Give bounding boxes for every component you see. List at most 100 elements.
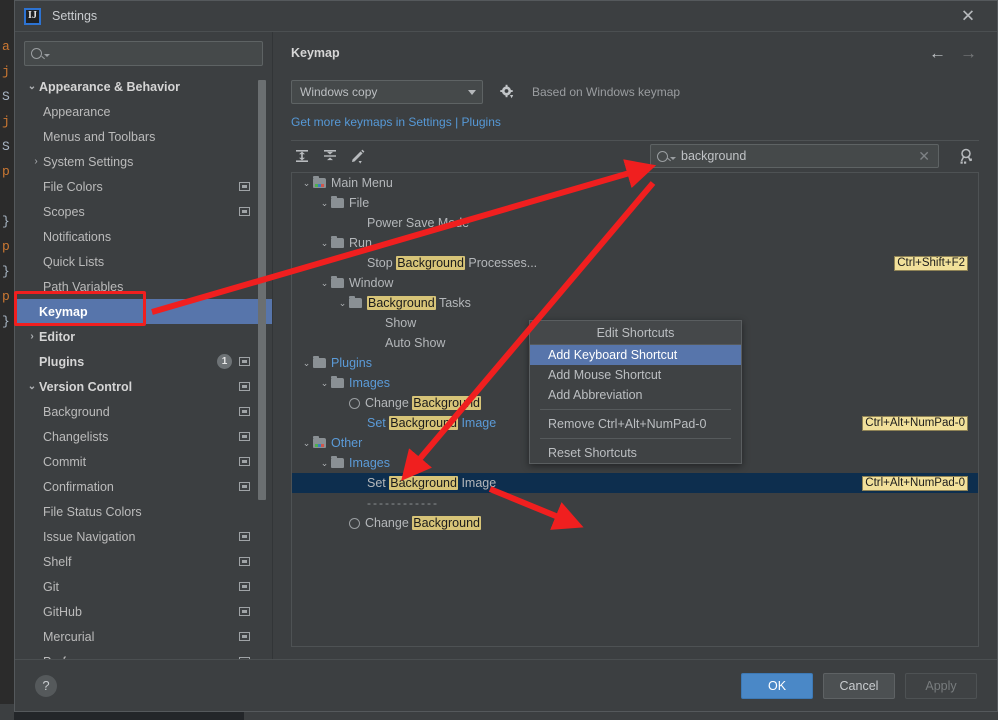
chevron-down-icon[interactable]: ⌄	[336, 298, 349, 309]
chevron-down-icon[interactable]: ⌄	[318, 458, 331, 469]
tree-row[interactable]: ⌄ File	[292, 193, 978, 213]
context-menu-item-add-abbreviation[interactable]: Add Abbreviation	[530, 385, 741, 405]
tree-row[interactable]: ⌄ Run	[292, 233, 978, 253]
sidebar-item-label: Notifications	[43, 229, 112, 244]
sidebar-item-changelists[interactable]: Changelists	[15, 424, 272, 449]
content-header: Keymap ← →	[291, 32, 979, 74]
keymap-search-input[interactable]: background	[681, 149, 918, 163]
sidebar-item-background[interactable]: Background	[15, 399, 272, 424]
edit-shortcut-icon[interactable]	[347, 145, 369, 167]
help-button[interactable]: ?	[35, 674, 57, 697]
sidebar-item-scopes[interactable]: Scopes	[15, 199, 272, 224]
dialog-body: ⌄ Appearance & Behavior Appearance Menus an…	[15, 32, 997, 659]
apply-button[interactable]: Apply	[905, 672, 977, 699]
sidebar-item-label: GitHub	[43, 604, 82, 619]
forward-arrow-icon[interactable]: →	[960, 45, 977, 62]
sidebar-item-quick-lists[interactable]: Quick Lists	[15, 249, 272, 274]
tree-item-label: File	[349, 196, 370, 210]
background-editor-text: a j S j S p } p } p }	[2, 39, 10, 329]
sidebar-item-label: Mercurial	[43, 629, 95, 644]
back-arrow-icon[interactable]: ←	[929, 45, 946, 62]
sidebar-item-keymap[interactable]: Keymap	[15, 299, 272, 324]
sidebar-item-label: Background	[43, 404, 110, 419]
folder-icon	[313, 436, 326, 448]
sidebar-item-mercurial[interactable]: Mercurial	[15, 624, 272, 649]
chevron-right-icon[interactable]: ›	[29, 156, 43, 167]
sidebar-item-issue-navigation[interactable]: Issue Navigation	[15, 524, 272, 549]
sidebar-item-perforce[interactable]: Perforce	[15, 649, 272, 659]
tree-row[interactable]: ⌄ Background Tasks	[292, 293, 978, 313]
sidebar-search-box[interactable]	[24, 41, 263, 66]
context-menu-item-add-mouse-shortcut[interactable]: Add Mouse Shortcut	[530, 365, 741, 385]
search-match-highlight: Background	[389, 476, 458, 490]
context-menu-title: Edit Shortcuts	[530, 321, 741, 345]
project-scope-badge-icon	[239, 182, 250, 191]
search-icon	[31, 48, 42, 59]
sidebar-item-label: Path Variables	[43, 279, 124, 294]
chevron-right-icon[interactable]: ›	[25, 331, 39, 342]
sidebar-item-shelf[interactable]: Shelf	[15, 549, 272, 574]
keymap-search-box[interactable]: background ✕	[650, 144, 939, 168]
sidebar-item-appearance-behavior[interactable]: ⌄ Appearance & Behavior	[15, 74, 272, 99]
tree-row[interactable]: Stop Background Processes... Ctrl+Shift+F…	[292, 253, 978, 273]
ok-button[interactable]: OK	[741, 672, 813, 699]
sidebar-item-plugins[interactable]: Plugins 1	[15, 349, 272, 374]
sidebar-item-notifications[interactable]: Notifications	[15, 224, 272, 249]
sidebar-item-label: Menus and Toolbars	[43, 129, 156, 144]
tree-item-label: Other	[331, 436, 363, 450]
context-menu-item-reset-shortcuts[interactable]: Reset Shortcuts	[530, 443, 741, 463]
sidebar-item-path-variables[interactable]: Path Variables	[15, 274, 272, 299]
sidebar-item-editor[interactable]: › Editor	[15, 324, 272, 349]
sidebar-search-wrap	[15, 32, 272, 66]
tree-row[interactable]: ⌄ Window	[292, 273, 978, 293]
tree-row[interactable]: Set Background Image Ctrl+Alt+NumPad-0	[292, 473, 978, 493]
chevron-down-icon[interactable]: ⌄	[318, 378, 331, 389]
sidebar-item-github[interactable]: GitHub	[15, 599, 272, 624]
keymap-select[interactable]: Windows copy	[291, 80, 483, 104]
close-icon[interactable]: ✕	[957, 8, 979, 25]
context-menu-item-add-keyboard-shortcut[interactable]: Add Keyboard Shortcut	[530, 345, 741, 365]
sidebar-item-menus-and-toolbars[interactable]: Menus and Toolbars	[15, 124, 272, 149]
chevron-down-icon[interactable]: ⌄	[300, 438, 313, 449]
tree-row[interactable]: ⌄ Main Menu	[292, 173, 978, 193]
chevron-down-icon[interactable]	[462, 81, 482, 103]
sidebar-item-git[interactable]: Git	[15, 574, 272, 599]
sidebar-item-commit[interactable]: Commit	[15, 449, 272, 474]
sidebar-item-version-control[interactable]: ⌄ Version Control	[15, 374, 272, 399]
chevron-down-icon[interactable]: ⌄	[25, 381, 39, 392]
sidebar-item-file-status-colors[interactable]: File Status Colors	[15, 499, 272, 524]
cancel-button[interactable]: Cancel	[823, 672, 895, 699]
sidebar-item-label: File Status Colors	[43, 504, 142, 519]
find-by-shortcut-icon[interactable]	[957, 146, 977, 166]
chevron-down-icon[interactable]: ⌄	[318, 198, 331, 209]
chevron-down-icon[interactable]: ⌄	[300, 178, 313, 189]
chevron-down-icon	[44, 54, 50, 57]
context-menu-item-remove-ctrl-alt-numpad-0[interactable]: Remove Ctrl+Alt+NumPad-0	[530, 414, 741, 434]
collapse-all-icon[interactable]	[319, 145, 341, 167]
tree-row[interactable]: Change Background	[292, 513, 978, 533]
sidebar-item-confirmation[interactable]: Confirmation	[15, 474, 272, 499]
expand-all-icon[interactable]	[291, 145, 313, 167]
tree-row[interactable]: ------------	[292, 493, 978, 513]
search-icon	[657, 150, 668, 162]
tree-row[interactable]: Power Save Mode	[292, 213, 978, 233]
folder-icon	[331, 456, 344, 468]
sidebar-item-file-colors[interactable]: File Colors	[15, 174, 272, 199]
project-scope-badge-icon	[239, 382, 250, 391]
chevron-down-icon[interactable]: ⌄	[300, 358, 313, 369]
gear-icon[interactable]	[499, 84, 515, 100]
folder-icon	[313, 356, 326, 368]
chevron-down-icon[interactable]: ⌄	[318, 238, 331, 249]
search-match-highlight: Background	[412, 396, 481, 410]
chevron-down-icon[interactable]: ⌄	[318, 278, 331, 289]
folder-icon	[331, 196, 344, 208]
based-on-label: Based on Windows keymap	[532, 85, 681, 99]
nav-arrows: ← →	[929, 45, 977, 62]
search-input[interactable]	[54, 45, 256, 62]
sidebar-scrollbar-thumb[interactable]	[258, 80, 266, 500]
clear-search-icon[interactable]: ✕	[918, 148, 932, 165]
sidebar-item-appearance[interactable]: Appearance	[15, 99, 272, 124]
chevron-down-icon[interactable]: ⌄	[25, 81, 39, 92]
get-more-keymaps-link[interactable]: Get more keymaps in Settings | Plugins	[291, 115, 501, 129]
sidebar-item-system-settings[interactable]: › System Settings	[15, 149, 272, 174]
